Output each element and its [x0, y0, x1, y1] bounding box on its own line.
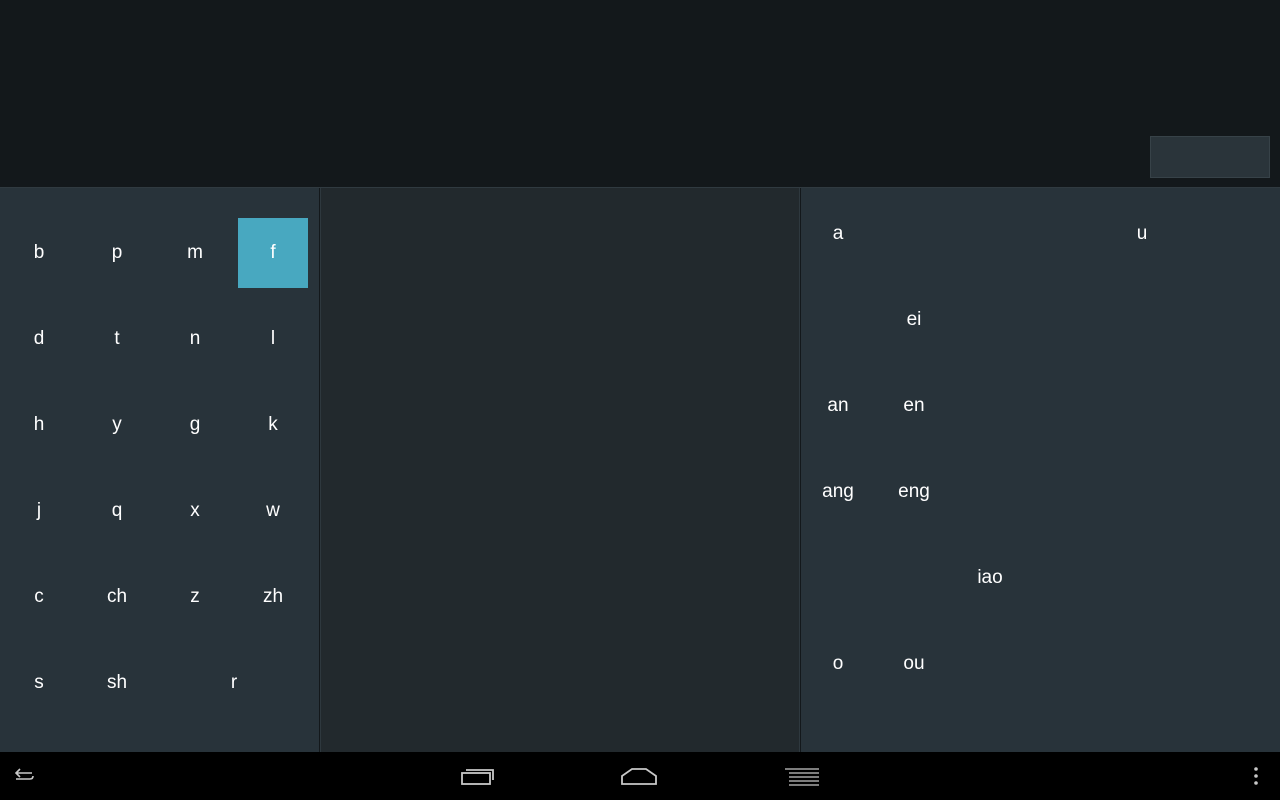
initial-key-b[interactable]: b [4, 218, 74, 288]
initial-key-m[interactable]: m [160, 218, 230, 288]
initial-key-n[interactable]: n [160, 304, 230, 374]
initial-key-x[interactable]: x [160, 476, 230, 546]
final-key-o[interactable]: o [803, 629, 873, 699]
initial-key-sh[interactable]: sh [82, 648, 152, 718]
composition-area [0, 0, 1280, 187]
initial-key-j[interactable]: j [4, 476, 74, 546]
final-key-en[interactable]: en [879, 371, 949, 441]
back-icon[interactable] [4, 752, 44, 800]
final-key-iao[interactable]: iao [955, 543, 1025, 613]
finals-panel: a u ei an en ang eng iao o ou [801, 188, 1280, 752]
initial-key-k[interactable]: k [238, 390, 308, 460]
overflow-menu-icon[interactable] [1240, 752, 1272, 800]
initial-key-q[interactable]: q [82, 476, 152, 546]
initial-key-z[interactable]: z [160, 562, 230, 632]
final-key-ang[interactable]: ang [803, 457, 873, 527]
initial-key-r[interactable]: r [199, 648, 269, 718]
initials-panel: b p m f d t n l h y g k j q x w c ch z z… [0, 188, 319, 752]
candidate-panel [320, 188, 800, 752]
initial-key-f-selected[interactable]: f [238, 218, 308, 288]
initial-key-d[interactable]: d [4, 304, 74, 374]
final-key-a[interactable]: a [803, 199, 873, 269]
menu-lines-icon[interactable] [776, 752, 828, 800]
final-key-eng[interactable]: eng [879, 457, 949, 527]
final-key-ou[interactable]: ou [879, 629, 949, 699]
final-key-u[interactable]: u [1107, 199, 1177, 269]
initial-key-s[interactable]: s [4, 648, 74, 718]
initial-key-t[interactable]: t [82, 304, 152, 374]
recent-apps-icon[interactable] [452, 752, 504, 800]
home-icon[interactable] [612, 752, 666, 800]
initial-key-y[interactable]: y [82, 390, 152, 460]
initial-key-zh[interactable]: zh [238, 562, 308, 632]
final-key-an[interactable]: an [803, 371, 873, 441]
candidate-action-button[interactable] [1150, 136, 1270, 178]
initial-key-c[interactable]: c [4, 562, 74, 632]
initial-key-g[interactable]: g [160, 390, 230, 460]
initial-key-ch[interactable]: ch [82, 562, 152, 632]
navigation-bar [0, 752, 1280, 800]
final-key-ei[interactable]: ei [879, 285, 949, 355]
initial-key-p[interactable]: p [82, 218, 152, 288]
initial-key-l[interactable]: l [238, 304, 308, 374]
initial-key-h[interactable]: h [4, 390, 74, 460]
initial-key-w[interactable]: w [238, 476, 308, 546]
